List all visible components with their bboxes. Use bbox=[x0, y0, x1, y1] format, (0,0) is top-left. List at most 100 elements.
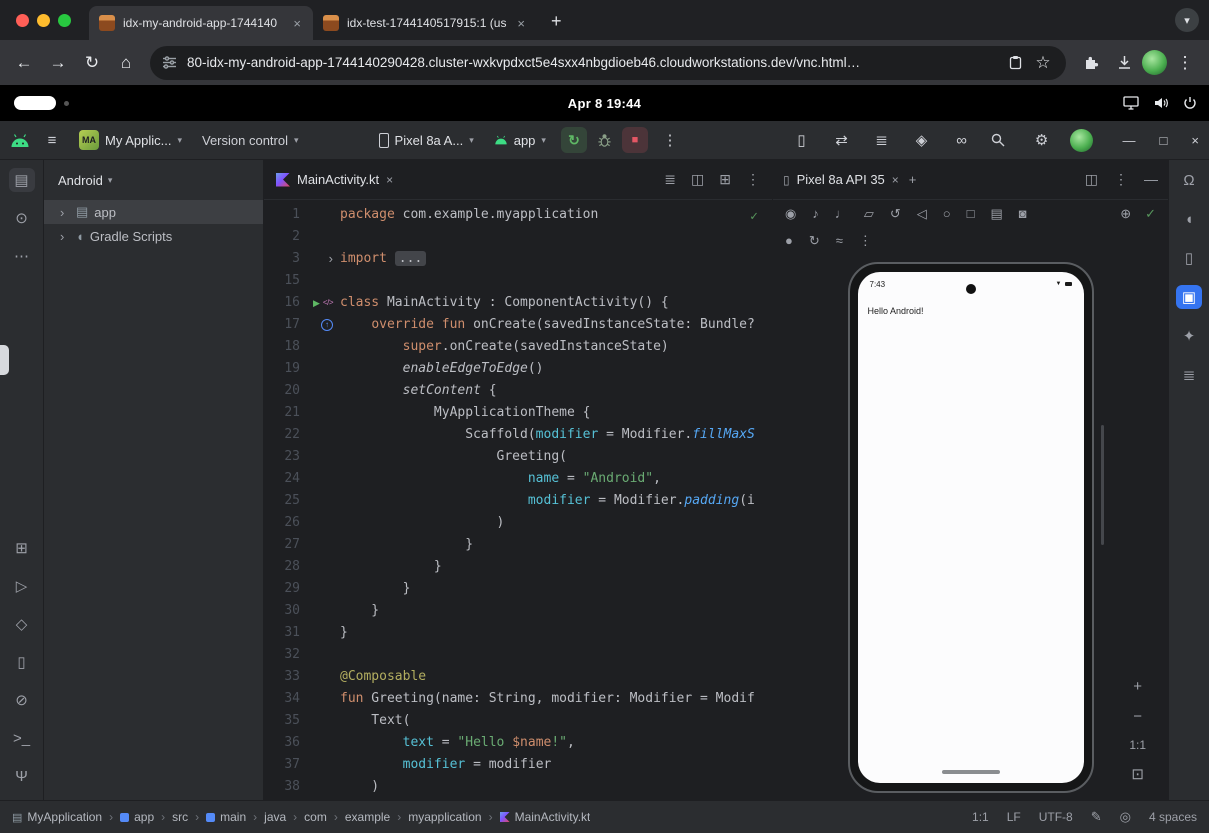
zoom-mode-icon[interactable]: ⊕ bbox=[1120, 206, 1131, 222]
device-selector[interactable]: Pixel 8a A... ▾ bbox=[374, 130, 479, 151]
tool-window-handle[interactable] bbox=[0, 345, 9, 375]
expand-chevron-icon[interactable]: › bbox=[60, 205, 70, 220]
running-devices-icon[interactable]: ⇄ bbox=[830, 131, 854, 149]
breadcrumb-item[interactable]: app bbox=[120, 810, 154, 824]
code-line[interactable]: 32 bbox=[264, 644, 772, 666]
breadcrumb-item[interactable]: example bbox=[345, 810, 390, 824]
volume-down-icon[interactable]: ♩ bbox=[835, 206, 848, 221]
breadcrumb-item[interactable]: main bbox=[206, 810, 246, 824]
code-editor[interactable]: ✓ 1package com.example.myapplication23›i… bbox=[264, 200, 772, 800]
zoom-out-icon[interactable]: − bbox=[1133, 708, 1142, 725]
code-line[interactable]: 17↑ override fun onCreate(savedInstanceS… bbox=[264, 314, 772, 336]
device-manager-icon[interactable]: ▯ bbox=[790, 131, 814, 149]
zoom-in-icon[interactable]: + bbox=[1133, 678, 1142, 695]
indent-size[interactable]: 4 spaces bbox=[1149, 810, 1197, 824]
site-settings-icon[interactable] bbox=[162, 55, 177, 70]
project-tool-icon[interactable]: ▤ bbox=[9, 168, 35, 192]
fold-chevron-icon[interactable]: › bbox=[329, 248, 333, 270]
add-device-button[interactable]: + bbox=[909, 172, 917, 187]
breadcrumb-item[interactable]: ▤MyApplication bbox=[12, 810, 102, 824]
address-bar[interactable]: 80-idx-my-android-app-1744140290428.clus… bbox=[150, 46, 1066, 80]
override-gutter-icon[interactable]: ↑ bbox=[321, 319, 333, 331]
code-line[interactable]: 26 ) bbox=[264, 512, 772, 534]
sdk-tools-icon[interactable]: ∞ bbox=[950, 132, 974, 149]
caret-position[interactable]: 1:1 bbox=[972, 810, 989, 824]
run-button[interactable]: ↻ bbox=[561, 127, 587, 153]
inspections-widget-icon[interactable]: ◎ bbox=[1120, 809, 1131, 825]
panel-scrollbar[interactable] bbox=[1101, 425, 1104, 545]
code-line[interactable]: 21 MyApplicationTheme { bbox=[264, 402, 772, 424]
screen-record-icon[interactable]: ● bbox=[785, 233, 793, 248]
window-maximize-icon[interactable]: □ bbox=[1160, 133, 1168, 148]
main-menu-icon[interactable]: ≡ bbox=[40, 132, 64, 149]
gradle-icon[interactable]: ◖ bbox=[1176, 207, 1202, 231]
code-line[interactable]: 37 modifier = modifier bbox=[264, 754, 772, 776]
macos-minimize-button[interactable] bbox=[37, 14, 50, 27]
stop-button[interactable]: ■ bbox=[622, 127, 648, 153]
gesture-pill[interactable] bbox=[942, 770, 1000, 774]
tab-search-button[interactable]: ▾ bbox=[1175, 8, 1199, 32]
ide-profile-avatar[interactable] bbox=[1070, 129, 1093, 152]
editor-more-icon[interactable]: ⋮ bbox=[746, 171, 760, 188]
device-explorer-icon[interactable]: ▯ bbox=[1176, 246, 1202, 270]
downloads-icon[interactable] bbox=[1108, 47, 1140, 79]
commit-tool-icon[interactable]: ⊙ bbox=[9, 206, 35, 230]
code-line[interactable]: 18 super.onCreate(savedInstanceState) bbox=[264, 336, 772, 358]
app-insights-icon[interactable]: ◇ bbox=[9, 612, 35, 636]
copy-url-icon[interactable] bbox=[1009, 55, 1022, 70]
breadcrumb-item[interactable]: src bbox=[172, 810, 188, 824]
preview-gutter-icon[interactable]: </> bbox=[323, 292, 333, 314]
window-minimize-icon[interactable]: — bbox=[1123, 133, 1136, 148]
breadcrumb-item[interactable]: com bbox=[304, 810, 327, 824]
zoom-fit-icon[interactable]: ⊡ bbox=[1131, 765, 1144, 783]
breadcrumb-item[interactable]: myapplication bbox=[408, 810, 481, 824]
more-actions-icon[interactable]: ⋮ bbox=[658, 131, 682, 149]
browser-menu-icon[interactable]: ⋮ bbox=[1169, 47, 1201, 79]
app-quality-insights-icon[interactable]: ◈ bbox=[910, 131, 934, 149]
profile-avatar[interactable] bbox=[1142, 50, 1167, 75]
device-tab-close-icon[interactable]: × bbox=[892, 173, 899, 187]
code-line[interactable]: 25 modifier = Modifier.padding(i bbox=[264, 490, 772, 512]
macos-close-button[interactable] bbox=[16, 14, 29, 27]
code-line[interactable]: 34fun Greeting(name: String, modifier: M… bbox=[264, 688, 772, 710]
code-line[interactable]: 22 Scaffold(modifier = Modifier.fillMaxS bbox=[264, 424, 772, 446]
code-line[interactable]: 15 bbox=[264, 270, 772, 292]
vnc-control-handle[interactable] bbox=[14, 96, 56, 110]
code-line[interactable]: 31} bbox=[264, 622, 772, 644]
nav-back-icon[interactable]: ◁ bbox=[917, 206, 927, 222]
split-editor-icon[interactable]: ◫ bbox=[691, 171, 704, 188]
terminal-icon[interactable]: >_ bbox=[9, 726, 35, 750]
run-config-selector[interactable]: app ▾ bbox=[489, 130, 551, 151]
extensions-icon[interactable] bbox=[1074, 47, 1106, 79]
code-line[interactable]: 28 } bbox=[264, 556, 772, 578]
vcs-selector[interactable]: Version control ▾ bbox=[197, 130, 304, 151]
home-button[interactable]: ⌂ bbox=[110, 47, 142, 79]
nav-overview-icon[interactable]: □ bbox=[967, 206, 975, 221]
write-access-icon[interactable]: ✎ bbox=[1091, 809, 1102, 825]
version-control-icon[interactable]: Ψ bbox=[9, 764, 35, 788]
code-line[interactable]: 29 } bbox=[264, 578, 772, 600]
browser-tab[interactable]: idx-test-1744140517915:1 (us × bbox=[313, 6, 537, 40]
back-button[interactable]: ← bbox=[8, 47, 40, 79]
notifications-icon[interactable]: Ω bbox=[1176, 168, 1202, 192]
more-icon[interactable]: ⋮ bbox=[859, 233, 872, 249]
line-ending[interactable]: LF bbox=[1007, 810, 1021, 824]
screenshot-icon[interactable]: ◙ bbox=[1019, 206, 1027, 221]
reset-icon[interactable]: ↻ bbox=[809, 233, 820, 249]
panel-layout-icon[interactable]: ◫ bbox=[1085, 171, 1098, 188]
running-devices-icon[interactable]: ▣ bbox=[1176, 285, 1202, 309]
device-screen[interactable]: 7:43 ▼ Hello Android! bbox=[858, 272, 1084, 783]
snapshot-icon[interactable]: ▤ bbox=[990, 206, 1002, 222]
window-close-icon[interactable]: × bbox=[1191, 133, 1199, 148]
tab-close-icon[interactable]: × bbox=[515, 16, 527, 31]
code-line[interactable]: 19 enableEdgeToEdge() bbox=[264, 358, 772, 380]
run-gutter-icon[interactable]: ▶ bbox=[313, 292, 320, 314]
zoom-level-label[interactable]: 1:1 bbox=[1129, 738, 1146, 752]
breadcrumb-item[interactable]: MainActivity.kt bbox=[500, 810, 591, 824]
power-icon[interactable] bbox=[1183, 96, 1197, 110]
power-icon[interactable]: ◉ bbox=[785, 206, 796, 222]
tree-item-app[interactable]: › ▤ app bbox=[44, 200, 263, 224]
device-manager-icon[interactable]: ▯ bbox=[9, 650, 35, 674]
new-tab-button[interactable]: + bbox=[537, 11, 576, 40]
code-line[interactable]: 35 Text( bbox=[264, 710, 772, 732]
